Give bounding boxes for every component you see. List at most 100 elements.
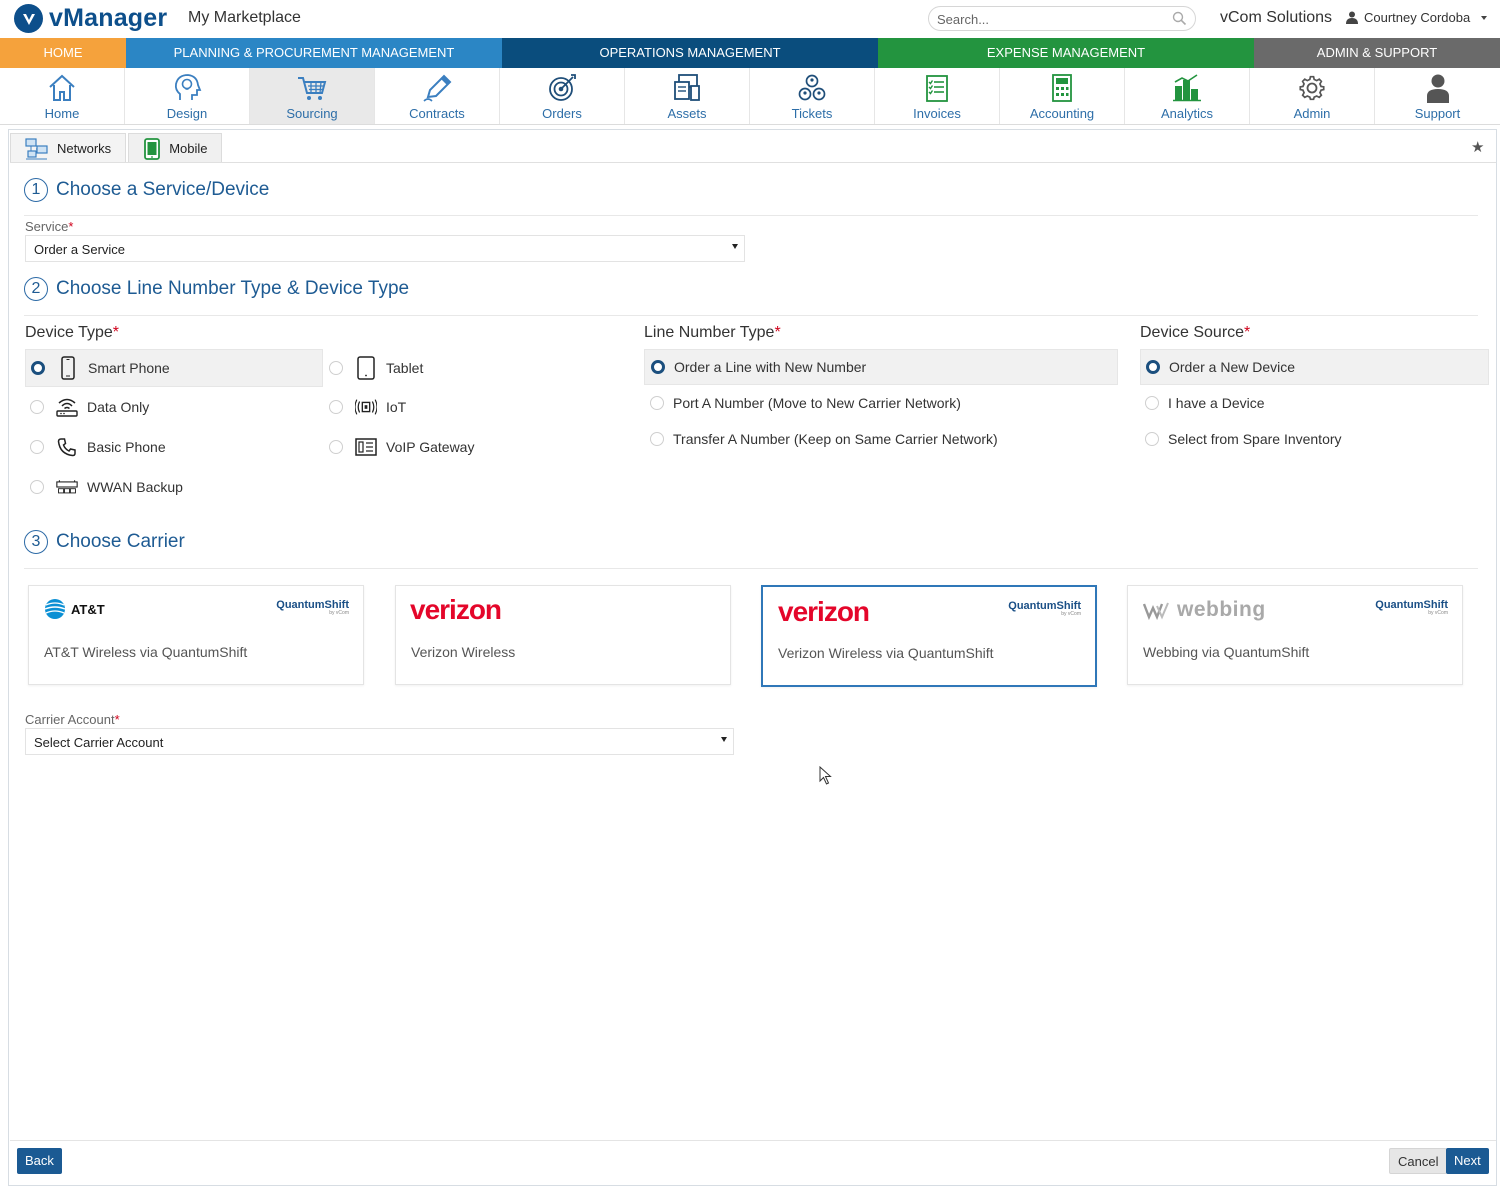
radio-button[interactable] (30, 440, 44, 454)
next-button[interactable]: Next (1446, 1148, 1489, 1174)
device-type-wwan-backup[interactable]: WWAN Backup (25, 468, 323, 506)
search-input[interactable] (935, 10, 1169, 29)
user-name: Courtney Cordoba (1364, 10, 1471, 25)
step2-header: 2 Choose Line Number Type & Device Type (24, 277, 409, 301)
line-type-transfer-number[interactable]: Transfer A Number (Keep on Same Carrier … (644, 421, 1118, 457)
quantumshift-logo: QuantumShift by vCom (1375, 599, 1448, 616)
carrier-account-field-label: Carrier Account* (25, 712, 120, 727)
module-assets-label: Assets (667, 106, 707, 121)
line-type-new-number[interactable]: Order a Line with New Number (644, 349, 1118, 385)
module-assets[interactable]: Assets (625, 68, 750, 124)
radio-button[interactable] (30, 400, 44, 414)
cart-icon (298, 77, 327, 100)
radio-button[interactable] (329, 400, 343, 414)
step3-title: Choose Carrier (56, 531, 185, 552)
carrier-card-verizon-quantumshift[interactable]: verizon QuantumShift by vCom Verizon Wire… (761, 585, 1097, 687)
carrier-card-verizon[interactable]: verizon Verizon Wireless (395, 585, 731, 685)
chevron-down-icon (732, 244, 738, 249)
radio-button[interactable] (329, 361, 343, 375)
radio-button[interactable] (1146, 360, 1160, 374)
device-type-data-only[interactable]: Data Only (25, 388, 323, 426)
step1-divider (24, 215, 1478, 216)
carrier-name: Verizon Wireless via QuantumShift (778, 645, 994, 661)
device-type-label: IoT (386, 399, 407, 415)
verizon-logo: verizon (778, 596, 870, 627)
device-type-label: Basic Phone (87, 439, 166, 455)
step2-title: Choose Line Number Type & Device Type (56, 278, 410, 299)
carrier-account-select[interactable]: Select Carrier Account (25, 728, 734, 755)
module-support[interactable]: Support (1375, 68, 1500, 124)
radio-button[interactable] (650, 396, 664, 410)
user-menu[interactable]: Courtney Cordoba (1346, 10, 1489, 25)
device-source-label: Select from Spare Inventory (1168, 431, 1342, 447)
vmanager-logo[interactable]: vManager (14, 4, 167, 33)
device-source-new-device[interactable]: Order a New Device (1140, 349, 1489, 385)
radio-button[interactable] (329, 440, 343, 454)
module-design[interactable]: Design (125, 68, 250, 124)
module-accounting[interactable]: Accounting (1000, 68, 1125, 124)
handset-icon (56, 434, 78, 460)
module-home[interactable]: Home (0, 68, 125, 124)
radio-button[interactable] (1145, 432, 1159, 446)
cancel-button[interactable]: Cancel (1389, 1148, 1448, 1174)
service-select[interactable]: Order a Service (25, 235, 745, 262)
step2-number: 2 (24, 277, 48, 301)
service-label-text: Service (25, 219, 69, 234)
gear-icon (1299, 75, 1325, 101)
step1-title: Choose a Service/Device (56, 179, 270, 200)
user-icon (1346, 11, 1358, 24)
device-source-have-device[interactable]: I have a Device (1140, 385, 1489, 421)
category-expense[interactable]: EXPENSE MANAGEMENT (878, 38, 1254, 68)
webbing-w-icon (1143, 602, 1169, 620)
module-invoices[interactable]: Invoices (875, 68, 1000, 124)
carrier-card-webbing-quantumshift[interactable]: webbing QuantumShift by vCom Webbing via … (1127, 585, 1463, 685)
device-type-label: Data Only (87, 399, 150, 415)
category-planning-procurement[interactable]: PLANNING & PROCUREMENT MANAGEMENT (126, 38, 502, 68)
module-contracts[interactable]: Contracts (375, 68, 500, 124)
tab-mobile[interactable]: Mobile (128, 133, 223, 163)
module-home-label: Home (44, 106, 80, 121)
carrier-name: Verizon Wireless (411, 644, 516, 660)
device-type-voip-gateway[interactable]: VoIP Gateway (323, 428, 623, 466)
category-bar: HOME PLANNING & PROCUREMENT MANAGEMENT O… (0, 38, 1500, 68)
radio-button[interactable] (31, 361, 45, 375)
module-analytics[interactable]: Analytics (1125, 68, 1250, 124)
search-box[interactable] (928, 6, 1196, 31)
tab-networks[interactable]: Networks (10, 133, 127, 163)
category-admin-support[interactable]: ADMIN & SUPPORT (1254, 38, 1500, 68)
module-tickets[interactable]: Tickets (750, 68, 875, 124)
carrier-account-label-text: Carrier Account (25, 712, 115, 727)
device-source-spare-inventory[interactable]: Select from Spare Inventory (1140, 421, 1489, 457)
back-button[interactable]: Back (17, 1148, 62, 1174)
module-orders[interactable]: Orders (500, 68, 625, 124)
radio-button[interactable] (30, 480, 44, 494)
line-type-title: Line Number Type* (644, 324, 781, 342)
module-sourcing[interactable]: Sourcing (250, 68, 375, 124)
carrier-card-att-quantumshift[interactable]: AT&T QuantumShift by vCom AT&T Wireless v… (28, 585, 364, 685)
line-type-port-number[interactable]: Port A Number (Move to New Carrier Netwo… (644, 385, 1118, 421)
radio-button[interactable] (651, 360, 665, 374)
module-admin[interactable]: Admin (1250, 68, 1375, 124)
device-type-basic-phone[interactable]: Basic Phone (25, 428, 323, 466)
tab-mobile-label: Mobile (169, 141, 208, 156)
service-select-value: Order a Service (34, 242, 126, 257)
device-source-title-text: Device Source (1140, 324, 1245, 341)
device-type-smart-phone[interactable]: Smart Phone (25, 349, 323, 387)
tab-networks-label: Networks (57, 141, 112, 156)
favorite-star-icon[interactable]: ★ (1471, 138, 1484, 156)
wifi-router-icon (56, 394, 78, 420)
radio-button[interactable] (1145, 396, 1159, 410)
module-contracts-label: Contracts (409, 106, 465, 121)
calculator-icon (1052, 74, 1072, 102)
device-type-tablet[interactable]: Tablet (323, 349, 623, 387)
search-icon[interactable] (1172, 11, 1187, 26)
radio-button[interactable] (650, 432, 664, 446)
step3-number: 3 (24, 530, 48, 554)
category-operations[interactable]: OPERATIONS MANAGEMENT (502, 38, 878, 68)
chevron-down-icon (1481, 15, 1488, 20)
company-name: vCom Solutions (1220, 9, 1333, 26)
category-home[interactable]: HOME (0, 38, 126, 68)
module-invoices-label: Invoices (913, 106, 961, 121)
tablet-icon (355, 355, 377, 381)
device-type-iot[interactable]: IoT (323, 388, 623, 426)
